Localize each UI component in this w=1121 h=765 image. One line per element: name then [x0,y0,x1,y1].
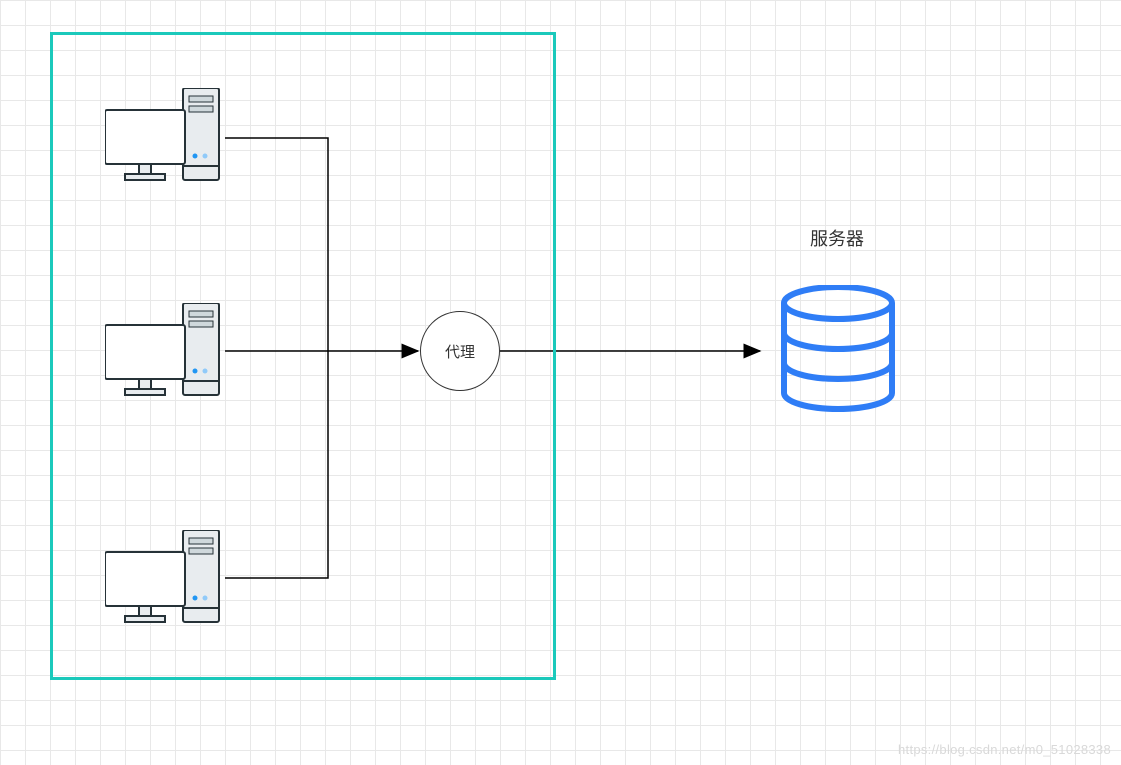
proxy-node: 代理 [420,311,500,391]
client-computer-3 [105,530,225,630]
proxy-label: 代理 [445,341,475,362]
server-label: 服务器 [810,225,864,251]
watermark-text: https://blog.csdn.net/m0_51028338 [898,742,1111,757]
database-icon [778,285,898,415]
client-computer-2 [105,303,225,403]
client-computer-1 [105,88,225,188]
diagram-canvas: 代理 服务器 https://blog.csdn.net/m0_51028338 [0,0,1121,765]
